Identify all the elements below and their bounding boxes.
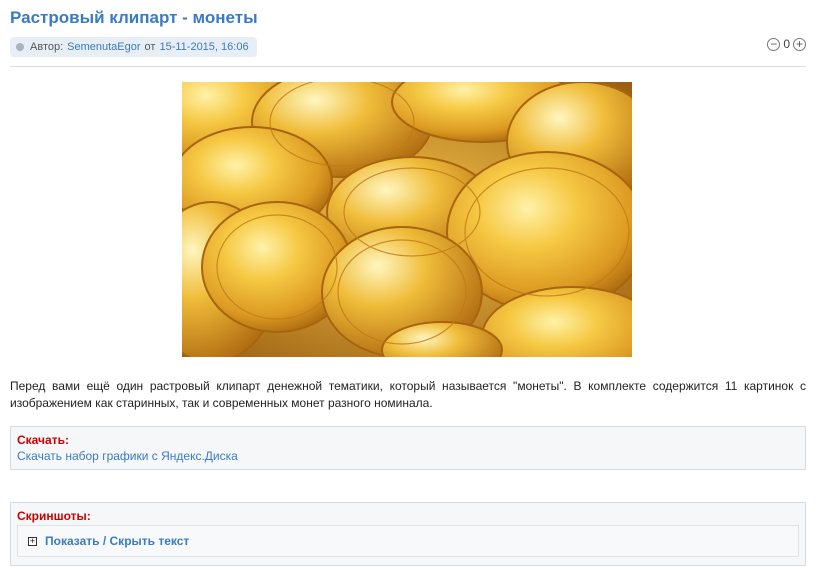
spoiler-toggle-link[interactable]: Показать / Скрыть текст (45, 534, 189, 548)
screenshots-title: Скриншоты: (17, 509, 91, 523)
info-icon (16, 43, 24, 51)
download-title: Скачать: (17, 433, 69, 447)
minus-circle-icon[interactable]: − (767, 37, 781, 51)
post-meta: Автор: SemenutaEgor от 15-11-2015, 16:06 (10, 37, 257, 57)
screenshots-section: Скриншоты: + Показать / Скрыть текст (10, 502, 806, 566)
date-prefix: от (144, 41, 156, 53)
post-description: Перед вами ещё один растровый клипарт де… (10, 379, 806, 410)
download-section: Скачать: Скачать набор графики с Яндекс.… (10, 426, 806, 470)
rating: − 0 + (767, 37, 806, 51)
plus-circle-icon[interactable]: + (793, 37, 806, 51)
spoiler[interactable]: + Показать / Скрыть текст (17, 525, 799, 557)
post-image (182, 82, 632, 357)
post-title[interactable]: Растровый клипарт - монеты (10, 8, 258, 28)
author-link[interactable]: SemenutaEgor (67, 41, 140, 53)
header-divider (10, 66, 806, 67)
download-link[interactable]: Скачать набор графики с Яндекс.Диска (17, 449, 238, 463)
expand-icon[interactable]: + (28, 536, 37, 546)
author-prefix: Автор: (30, 41, 64, 53)
gold-coins-image (182, 82, 632, 357)
rating-value: 0 (783, 37, 790, 51)
date-link[interactable]: 15-11-2015, 16:06 (159, 41, 248, 53)
